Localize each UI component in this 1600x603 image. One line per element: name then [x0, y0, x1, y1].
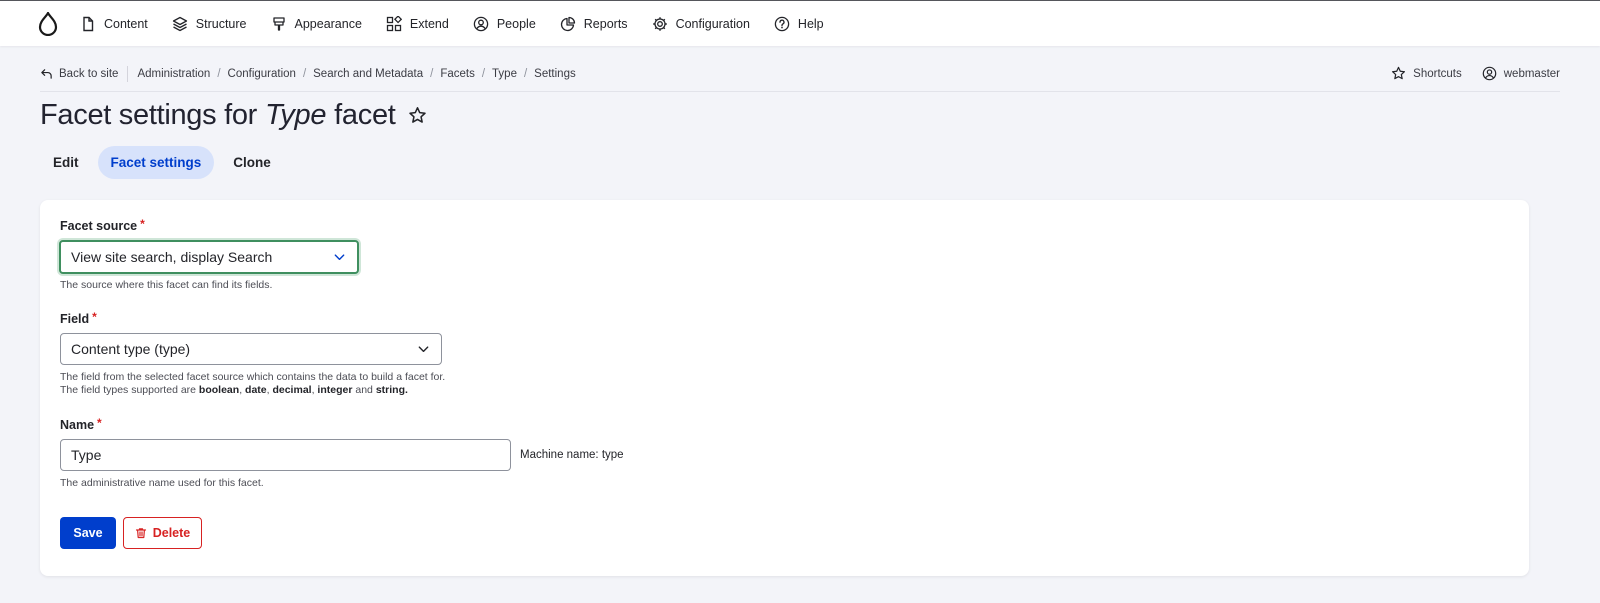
toolbar-item-configuration[interactable]: Configuration — [652, 16, 750, 32]
tab-edit[interactable]: Edit — [40, 146, 92, 179]
field-type-string: string — [375, 384, 405, 396]
chevron-down-icon — [334, 254, 345, 261]
page-title-suffix: facet — [334, 99, 396, 131]
page-title-prefix: Facet settings for — [40, 99, 258, 131]
toolbar-item-label: Reports — [583, 16, 628, 31]
user-actions: Shortcuts webmaster — [1391, 66, 1560, 81]
field-type-boolean: boolean — [198, 384, 240, 396]
name-label: Name * — [60, 416, 102, 432]
back-to-site-link[interactable]: Back to site — [40, 67, 118, 80]
breadcrumb-separator: / — [430, 67, 434, 80]
machine-name-label[interactable]: Machine name: type — [520, 449, 624, 461]
required-marker: * — [140, 217, 145, 231]
user-menu[interactable]: webmaster — [1482, 66, 1560, 81]
toolbar-item-content[interactable]: Content — [80, 16, 148, 32]
question-icon — [774, 16, 790, 31]
divider — [127, 65, 129, 82]
tab-facet-settings[interactable]: Facet settings — [97, 146, 215, 179]
field-value: Content type (type) — [71, 341, 191, 357]
chevron-down-icon — [418, 346, 429, 353]
field-description-line2: The field types supported are boolean, d… — [60, 384, 408, 396]
brush-icon — [272, 16, 285, 31]
breadcrumb-administration[interactable]: Administration — [137, 68, 210, 80]
shortcuts-link[interactable]: Shortcuts — [1391, 66, 1462, 81]
trash-icon — [135, 528, 146, 539]
local-tasks: Edit Facet settings Clone — [40, 146, 284, 179]
page-title-facet-name: Type — [265, 99, 327, 131]
file-icon — [83, 16, 94, 31]
facet-source-value: View site search, display Search — [71, 249, 273, 265]
toolbar-item-reports[interactable]: Reports — [560, 16, 628, 32]
toolbar-item-label: Help — [797, 16, 824, 31]
breadcrumb-separator: / — [302, 67, 307, 80]
delete-button[interactable]: Delete — [123, 517, 202, 549]
toolbar-item-label: People — [496, 16, 536, 31]
name-description: The administrative name used for this fa… — [60, 477, 264, 489]
delete-button-label: Delete — [152, 526, 191, 540]
back-arrow-icon — [41, 69, 52, 79]
drupal-drop-icon[interactable] — [38, 11, 58, 36]
field-description-line1: The field from the selected facet source… — [60, 371, 446, 383]
toolbar-item-label: Structure — [195, 16, 247, 31]
username-label: webmaster — [1503, 67, 1560, 80]
toolbar-item-label: Appearance — [294, 16, 362, 31]
breadcrumb: Administration / Configuration / Search … — [137, 68, 575, 80]
required-marker: * — [97, 416, 102, 430]
field-description: The field from the selected facet source… — [60, 371, 445, 397]
toolbar-item-people[interactable]: People — [473, 16, 536, 32]
chart-pie-icon — [560, 16, 575, 31]
breadcrumb-separator: / — [217, 67, 221, 80]
field-select[interactable]: Content type (type) — [60, 333, 442, 365]
admin-toolbar: Content Structure Appearance Extend Peop… — [0, 0, 1600, 46]
field-type-decimal: decimal — [272, 384, 312, 396]
field-types-and: and — [355, 384, 373, 396]
toolbar-item-label: Extend — [409, 16, 449, 31]
toolbar-item-help[interactable]: Help — [774, 16, 824, 32]
breadcrumb-settings[interactable]: Settings — [534, 68, 576, 80]
name-input[interactable]: Type — [60, 439, 511, 471]
field-types-period: . — [404, 384, 408, 396]
save-button[interactable]: Save — [60, 517, 116, 549]
back-to-site-label: Back to site — [59, 67, 119, 80]
breadcrumb-separator: / — [481, 67, 486, 80]
toolbar-item-label: Content — [104, 16, 148, 31]
page-title: Facet settings for Type facet — [40, 99, 427, 132]
user-circle-icon — [1482, 66, 1497, 81]
facet-source-label-text: Facet source — [60, 219, 138, 233]
field-types-prefix: The field types supported are — [60, 384, 196, 396]
field-type-integer: integer — [317, 384, 353, 396]
field-label: Field * — [60, 310, 97, 326]
toolbar-item-structure[interactable]: Structure — [172, 16, 247, 32]
field-label-text: Field — [60, 312, 90, 326]
breadcrumb-configuration[interactable]: Configuration — [228, 68, 296, 80]
facet-source-label: Facet source * — [60, 217, 145, 233]
toolbar-item-extend[interactable]: Extend — [386, 15, 449, 32]
name-input-value: Type — [71, 447, 102, 463]
required-marker: * — [92, 310, 97, 324]
puzzle-icon — [386, 15, 402, 31]
tab-clone[interactable]: Clone — [220, 146, 284, 179]
field-type-date: date — [245, 384, 267, 396]
star-icon[interactable] — [408, 106, 427, 125]
breadcrumb-type[interactable]: Type — [492, 68, 517, 80]
breadcrumb-bar: Back to site Administration / Configurat… — [40, 56, 1560, 92]
facet-settings-form: Facet source * View site search, display… — [40, 200, 1529, 576]
star-icon — [1392, 66, 1406, 80]
facet-source-select[interactable]: View site search, display Search — [59, 240, 359, 274]
breadcrumb-facets[interactable]: Facets — [440, 68, 475, 80]
shortcuts-label: Shortcuts — [1413, 67, 1462, 80]
user-circle-icon — [473, 16, 489, 31]
name-label-text: Name — [60, 418, 95, 432]
breadcrumb-separator: / — [523, 67, 528, 80]
layers-icon — [172, 16, 187, 31]
toolbar-item-label: Configuration — [675, 16, 750, 31]
toolbar-item-appearance[interactable]: Appearance — [271, 16, 362, 32]
facet-source-description: The source where this facet can find its… — [60, 279, 273, 291]
gear-icon — [652, 16, 667, 31]
breadcrumb-search-and-metadata[interactable]: Search and Metadata — [313, 68, 423, 80]
